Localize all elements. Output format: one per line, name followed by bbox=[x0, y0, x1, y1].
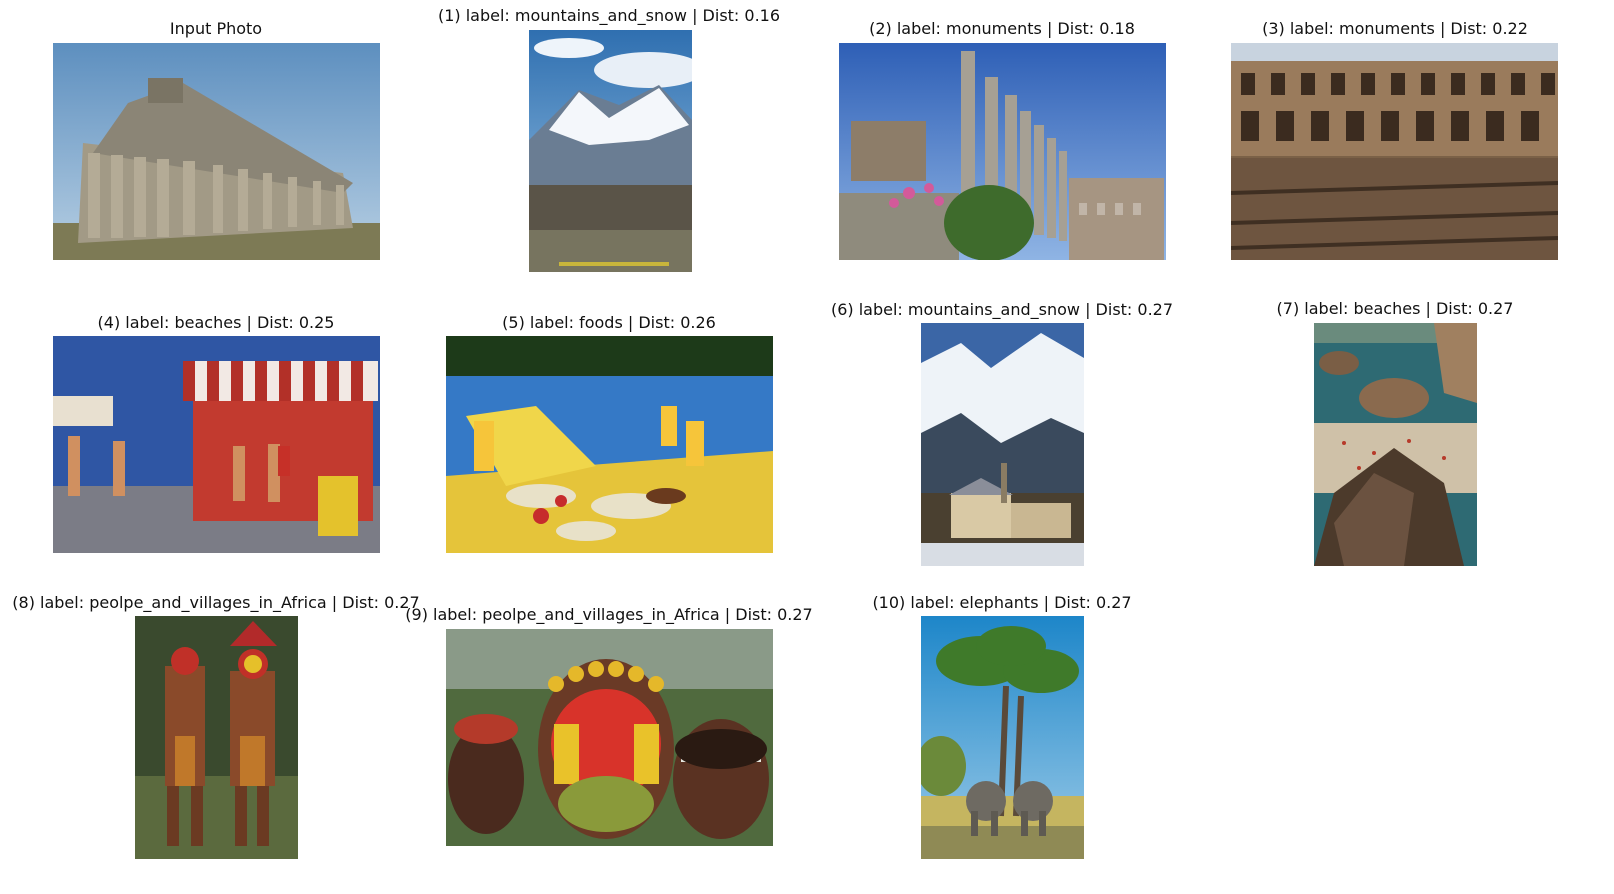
panel-title-1: (1) label: mountains_and_snow | Dist: 0.… bbox=[437, 6, 781, 25]
result-image-5-food bbox=[446, 336, 773, 553]
result-image-3-colosseum bbox=[1231, 43, 1558, 260]
panel-title-5: (5) label: foods | Dist: 0.26 bbox=[502, 313, 716, 332]
panel-title-2: (2) label: monuments | Dist: 0.18 bbox=[869, 19, 1135, 38]
result-image-8-tribesmen bbox=[135, 616, 298, 859]
panel-title-input: Input Photo bbox=[169, 19, 263, 38]
result-image-6-alpine bbox=[921, 323, 1084, 566]
result-image-7-rocky-beach bbox=[1314, 323, 1477, 566]
panel-title-4: (4) label: beaches | Dist: 0.25 bbox=[97, 313, 335, 332]
panel-title-6: (6) label: mountains_and_snow | Dist: 0.… bbox=[830, 300, 1174, 319]
panel-title-8: (8) label: peolpe_and_villages_in_Africa… bbox=[12, 593, 420, 612]
result-image-2-columns bbox=[839, 43, 1166, 260]
result-image-9-painted-faces bbox=[446, 629, 773, 846]
panel-title-3: (3) label: monuments | Dist: 0.22 bbox=[1262, 19, 1528, 38]
panel-title-10: (10) label: elephants | Dist: 0.27 bbox=[872, 593, 1132, 612]
result-image-10-elephants bbox=[921, 616, 1084, 859]
result-image-1-mountain bbox=[529, 30, 692, 272]
panel-title-7: (7) label: beaches | Dist: 0.27 bbox=[1276, 299, 1514, 318]
input-photo-temple bbox=[53, 43, 380, 260]
panel-title-9: (9) label: peolpe_and_villages_in_Africa… bbox=[405, 605, 813, 624]
result-image-4-kiosk bbox=[53, 336, 380, 553]
